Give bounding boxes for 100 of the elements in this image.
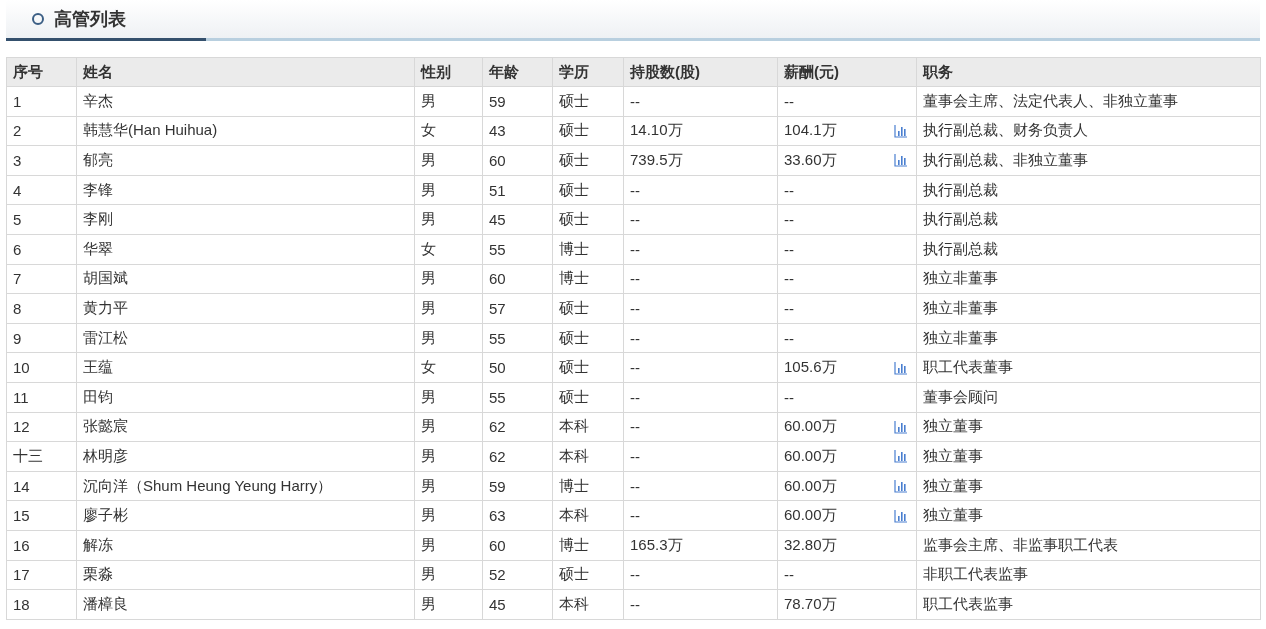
table-cell: 59 [489, 92, 506, 110]
table-cell: 执行副总裁、非独立董事 [923, 151, 1088, 170]
bar-chart-icon[interactable] [894, 153, 908, 168]
table-cell: 165.3万 [630, 535, 683, 555]
table-cell: -- [630, 447, 640, 465]
table-cell: 解冻 [83, 535, 113, 555]
table-cell: -- [630, 477, 640, 495]
bar-chart-icon[interactable] [894, 479, 908, 493]
table-cell: -- [784, 329, 794, 347]
table-cell: 17 [13, 566, 30, 584]
table-cell: 王蕴 [83, 358, 113, 378]
table-cell: -- [630, 181, 640, 199]
table-cell: 执行副总裁 [923, 239, 998, 259]
table-cell: -- [630, 388, 640, 406]
table-cell: 15 [13, 507, 30, 525]
table-cell: -- [630, 211, 640, 229]
bar-chart-icon[interactable] [894, 449, 908, 464]
table-cell: 4 [13, 181, 22, 199]
table-cell: 57 [489, 299, 506, 317]
table-cell: 14.10万 [630, 121, 683, 141]
table-cell: -- [784, 240, 794, 258]
table-cell: 60.00万 [784, 446, 837, 466]
table-cell: 硕士 [559, 210, 589, 230]
table-cell: 43 [489, 122, 506, 140]
table-cell: 非职工代表监事 [923, 565, 1028, 585]
table-cell: 独立非董事 [923, 269, 998, 289]
table-cell: 16 [13, 536, 30, 554]
table-cell: 男 [421, 210, 436, 230]
table-cell: 33.60万 [784, 151, 837, 170]
table-cell: 男 [421, 180, 436, 200]
table-cell: 田钧 [83, 387, 113, 407]
table-cell: 11 [13, 388, 29, 406]
table-cell: 董事会顾问 [923, 387, 998, 407]
table-cell: 廖子彬 [83, 506, 128, 526]
table-cell: -- [630, 329, 640, 347]
table-cell: 7 [13, 270, 22, 288]
table-cell: -- [630, 240, 640, 258]
table-cell: 沉向洋（Shum Heung Yeung Harry） [83, 476, 333, 496]
table-cell: 硕士 [559, 298, 589, 318]
bar-chart-icon[interactable] [894, 123, 908, 138]
table-cell: 独立董事 [923, 476, 983, 496]
table-cell: 男 [421, 269, 436, 289]
table-cell: 男 [421, 387, 436, 407]
table-cell: 潘樟良 [83, 594, 128, 614]
table-cell: 45 [489, 211, 506, 229]
table-cell: -- [630, 595, 640, 613]
table-cell: 栗淼 [83, 565, 113, 585]
table-cell: 博士 [559, 269, 589, 289]
table-cell: 李刚 [83, 210, 113, 230]
table-cell: -- [630, 507, 640, 525]
table-cell: 本科 [559, 506, 589, 526]
table-cell: 华翠 [83, 239, 113, 259]
table-cell: 硕士 [559, 151, 589, 170]
table-cell: 硕士 [559, 121, 589, 141]
table-cell: 59 [489, 477, 506, 495]
table-cell: 60.00万 [784, 476, 837, 496]
bar-chart-icon[interactable] [894, 419, 908, 434]
bar-chart-icon[interactable] [894, 360, 908, 375]
table-cell: 男 [421, 506, 436, 526]
table-cell: 硕士 [559, 180, 589, 200]
table-cell: 60.00万 [784, 506, 837, 526]
table-cell: 辛杰 [83, 91, 113, 111]
table-cell: 62 [489, 418, 506, 436]
table-cell: 监事会主席、非监事职工代表 [923, 535, 1118, 555]
table-cell: 55 [489, 240, 506, 258]
table-cell: 独立董事 [923, 417, 983, 437]
table-cell: 3 [13, 152, 22, 169]
column-header: 姓名 [76, 57, 415, 87]
table-cell: 739.5万 [630, 151, 683, 170]
table-cell: 18 [13, 595, 30, 613]
table-cell: 职工代表监事 [923, 594, 1013, 614]
table-cell: 郁亮 [83, 151, 113, 170]
table-cell: 60 [489, 270, 506, 288]
table-cell: 独立董事 [923, 446, 983, 466]
table-cell: 男 [421, 594, 436, 614]
column-header: 年龄 [482, 57, 553, 87]
table-cell: 女 [421, 239, 436, 259]
table-cell: 胡国斌 [83, 269, 128, 289]
table-cell: -- [784, 211, 794, 229]
table-cell: 8 [13, 299, 22, 317]
table-cell: 6 [13, 240, 22, 258]
table-cell: 博士 [559, 239, 589, 259]
table-cell: 55 [489, 388, 506, 406]
column-header: 职务 [916, 57, 1261, 87]
table-cell: 十三 [13, 446, 43, 466]
table-cell: 10 [13, 359, 30, 377]
table-cell: -- [784, 388, 794, 406]
table-cell: 63 [489, 507, 506, 525]
table-cell: 张懿宸 [83, 417, 128, 437]
table-cell: 独立董事 [923, 506, 983, 526]
table-cell: -- [630, 92, 640, 110]
table-cell: 男 [421, 417, 436, 437]
table-cell: 2 [13, 122, 22, 140]
table-cell: -- [630, 299, 640, 317]
table-cell: 本科 [559, 446, 589, 466]
circle-icon [32, 13, 44, 25]
table-cell: -- [784, 299, 794, 317]
bar-chart-icon[interactable] [894, 508, 908, 523]
table-cell: 1 [13, 92, 22, 110]
table-cell: 林明彦 [83, 446, 128, 466]
